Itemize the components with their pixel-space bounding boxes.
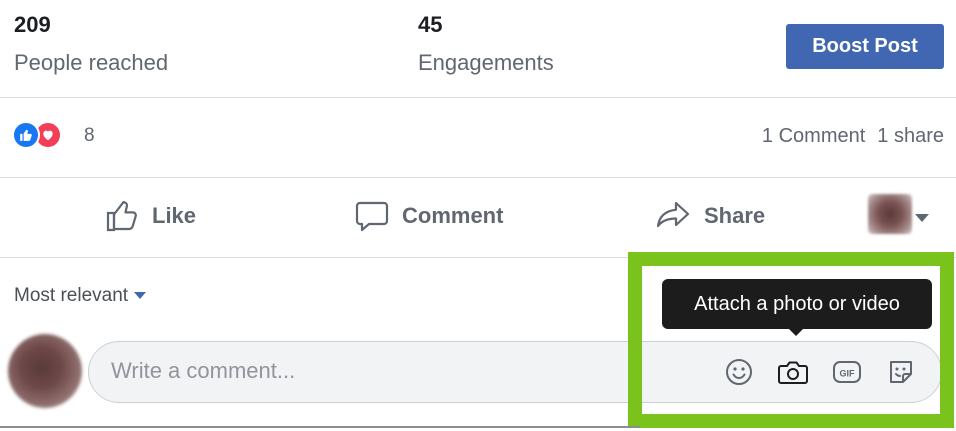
like-icon (12, 121, 40, 149)
comment-label: Comment (402, 203, 504, 228)
comments-shares: 1 Comment 1 share (762, 125, 944, 148)
like-label: Like (152, 203, 197, 228)
divider (0, 97, 956, 98)
engagements-count: 45 (418, 12, 443, 37)
engagements-label: Engagements (418, 50, 554, 75)
thumbs-up-icon (104, 198, 140, 234)
divider (0, 426, 640, 428)
share-label: Share (704, 203, 766, 228)
share-as-avatar[interactable] (868, 194, 912, 234)
divider (0, 177, 956, 178)
speech-bubble-icon (354, 198, 390, 234)
chevron-down-icon (134, 292, 147, 300)
comment-placeholder: Write a comment... (111, 358, 296, 383)
chevron-down-icon[interactable] (914, 210, 930, 228)
reach-count: 209 (14, 12, 51, 37)
like-button[interactable]: Like (104, 198, 196, 234)
reaction-icons[interactable] (12, 121, 62, 149)
comment-button[interactable]: Comment (354, 198, 503, 234)
reaction-count[interactable]: 8 (84, 125, 95, 147)
shares-count-link[interactable]: 1 share (877, 125, 944, 148)
tooltip-arrow (787, 327, 805, 336)
attach-tooltip: Attach a photo or video (662, 279, 932, 329)
reach-label: People reached (14, 50, 169, 75)
share-arrow-icon (654, 198, 692, 234)
share-button[interactable]: Share (654, 198, 765, 234)
sort-label: Most relevant (14, 285, 129, 306)
avatar (8, 334, 82, 408)
boost-post-button[interactable]: Boost Post (786, 24, 944, 69)
comment-sort-dropdown[interactable]: Most relevant (14, 285, 147, 307)
comments-count-link[interactable]: 1 Comment (762, 125, 865, 148)
